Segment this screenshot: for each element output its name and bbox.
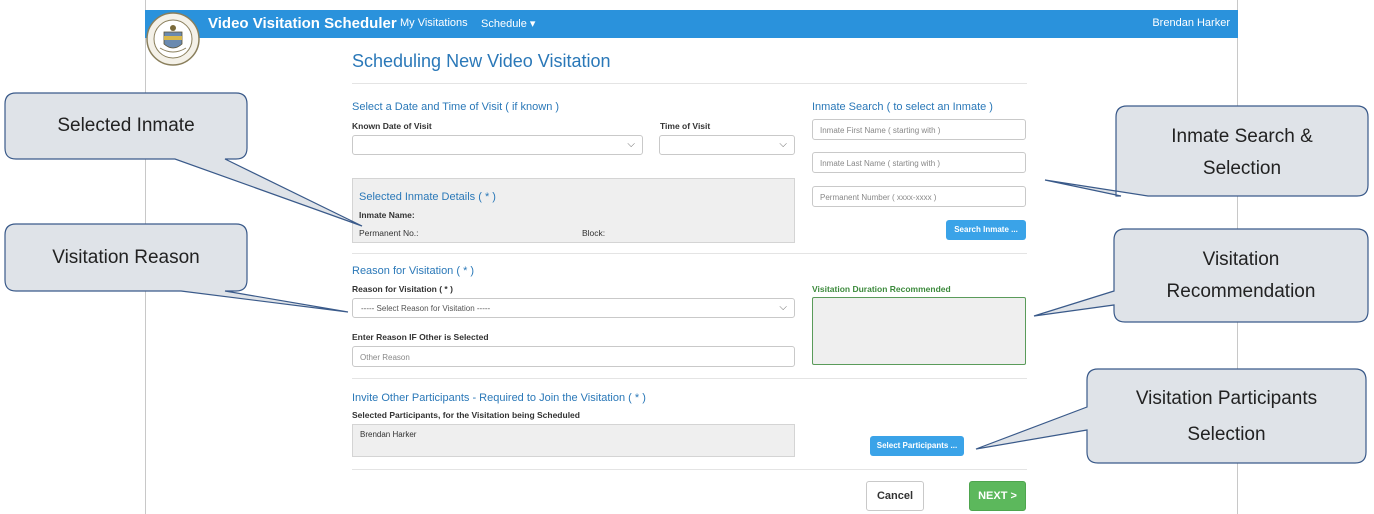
chevron-down-icon: ⌵ bbox=[627, 139, 635, 150]
page-title: Scheduling New Video Visitation bbox=[352, 51, 611, 71]
divider bbox=[352, 83, 1027, 84]
permanent-no-label: Permanent No.: bbox=[359, 228, 419, 238]
participants-label: Selected Participants, for the Visitatio… bbox=[352, 410, 580, 420]
select-participants-button[interactable]: Select Participants ... bbox=[870, 436, 964, 456]
permanent-number-input[interactable]: Permanent Number ( xxxx-xxxx ) bbox=[812, 186, 1026, 207]
callout-inmate-search-text-2: Selection bbox=[1202, 158, 1282, 179]
callout-recommendation-text-2: Recommendation bbox=[1166, 281, 1316, 302]
cancel-button[interactable]: Cancel bbox=[866, 481, 924, 511]
reason-selected-value: ----- Select Reason for Visitation ----- bbox=[361, 304, 491, 313]
duration-recommended-label: Visitation Duration Recommended bbox=[812, 284, 951, 294]
divider bbox=[352, 378, 1027, 379]
other-reason-label: Enter Reason IF Other is Selected bbox=[352, 332, 489, 342]
selected-participants-box: Brendan Harker bbox=[352, 424, 795, 457]
nav-schedule-dropdown[interactable]: Schedule ▾ bbox=[481, 17, 535, 30]
divider bbox=[352, 253, 1027, 254]
top-navbar: Video Visitation Scheduler My Visitation… bbox=[145, 10, 1238, 38]
nav-my-visitations[interactable]: My Visitations bbox=[400, 17, 468, 29]
reason-label: Reason for Visitation ( * ) bbox=[352, 284, 453, 294]
callout-participants-text-1: Visitation Participants bbox=[1135, 388, 1318, 409]
block-label: Block: bbox=[582, 228, 606, 238]
chevron-down-icon: ⌵ bbox=[779, 302, 787, 313]
chevron-down-icon: ⌵ bbox=[779, 139, 787, 150]
date-time-heading: Select a Date and Time of Visit ( if kno… bbox=[352, 101, 560, 113]
search-inmate-button[interactable]: Search Inmate ... bbox=[946, 220, 1026, 240]
selected-inmate-heading: Selected Inmate Details ( * ) bbox=[359, 191, 496, 203]
participants-heading: Invite Other Participants - Required to … bbox=[352, 392, 646, 404]
inmate-name-label: Inmate Name: bbox=[359, 210, 415, 220]
reason-select[interactable]: ----- Select Reason for Visitation -----… bbox=[352, 298, 795, 318]
divider bbox=[352, 469, 1027, 470]
last-name-placeholder: Inmate Last Name ( starting with ) bbox=[820, 159, 941, 168]
duration-recommended-box bbox=[812, 297, 1026, 365]
other-reason-placeholder: Other Reason bbox=[360, 353, 410, 362]
callout-recommendation-text-1: Visitation bbox=[1202, 249, 1280, 270]
known-date-select[interactable]: ⌵ bbox=[352, 135, 643, 155]
time-label: Time of Visit bbox=[660, 121, 711, 131]
callout-visitation-reason-text: Visitation Reason bbox=[52, 247, 200, 268]
callout-participants-text-2: Selection bbox=[1187, 424, 1266, 445]
reason-heading: Reason for Visitation ( * ) bbox=[352, 265, 475, 277]
next-button[interactable]: NEXT > bbox=[969, 481, 1026, 511]
callout-selected-inmate-text: Selected Inmate bbox=[57, 115, 195, 136]
selected-inmate-panel: Selected Inmate Details ( * ) Inmate Nam… bbox=[352, 178, 795, 243]
participant-name: Brendan Harker bbox=[360, 430, 417, 439]
permanent-number-placeholder: Permanent Number ( xxxx-xxxx ) bbox=[820, 193, 937, 202]
county-seal-logo bbox=[146, 12, 200, 66]
inmate-search-heading: Inmate Search ( to select an Inmate ) bbox=[812, 101, 993, 113]
callout-inmate-search-text-1: Inmate Search & bbox=[1171, 126, 1313, 147]
user-menu[interactable]: Brendan Harker bbox=[1152, 17, 1230, 29]
time-select[interactable]: ⌵ bbox=[659, 135, 795, 155]
app-title[interactable]: Video Visitation Scheduler bbox=[208, 15, 397, 32]
other-reason-input[interactable]: Other Reason bbox=[352, 346, 795, 367]
first-name-placeholder: Inmate First Name ( starting with ) bbox=[820, 126, 941, 135]
inmate-last-name-input[interactable]: Inmate Last Name ( starting with ) bbox=[812, 152, 1026, 173]
inmate-first-name-input[interactable]: Inmate First Name ( starting with ) bbox=[812, 119, 1026, 140]
known-date-label: Known Date of Visit bbox=[352, 121, 432, 131]
